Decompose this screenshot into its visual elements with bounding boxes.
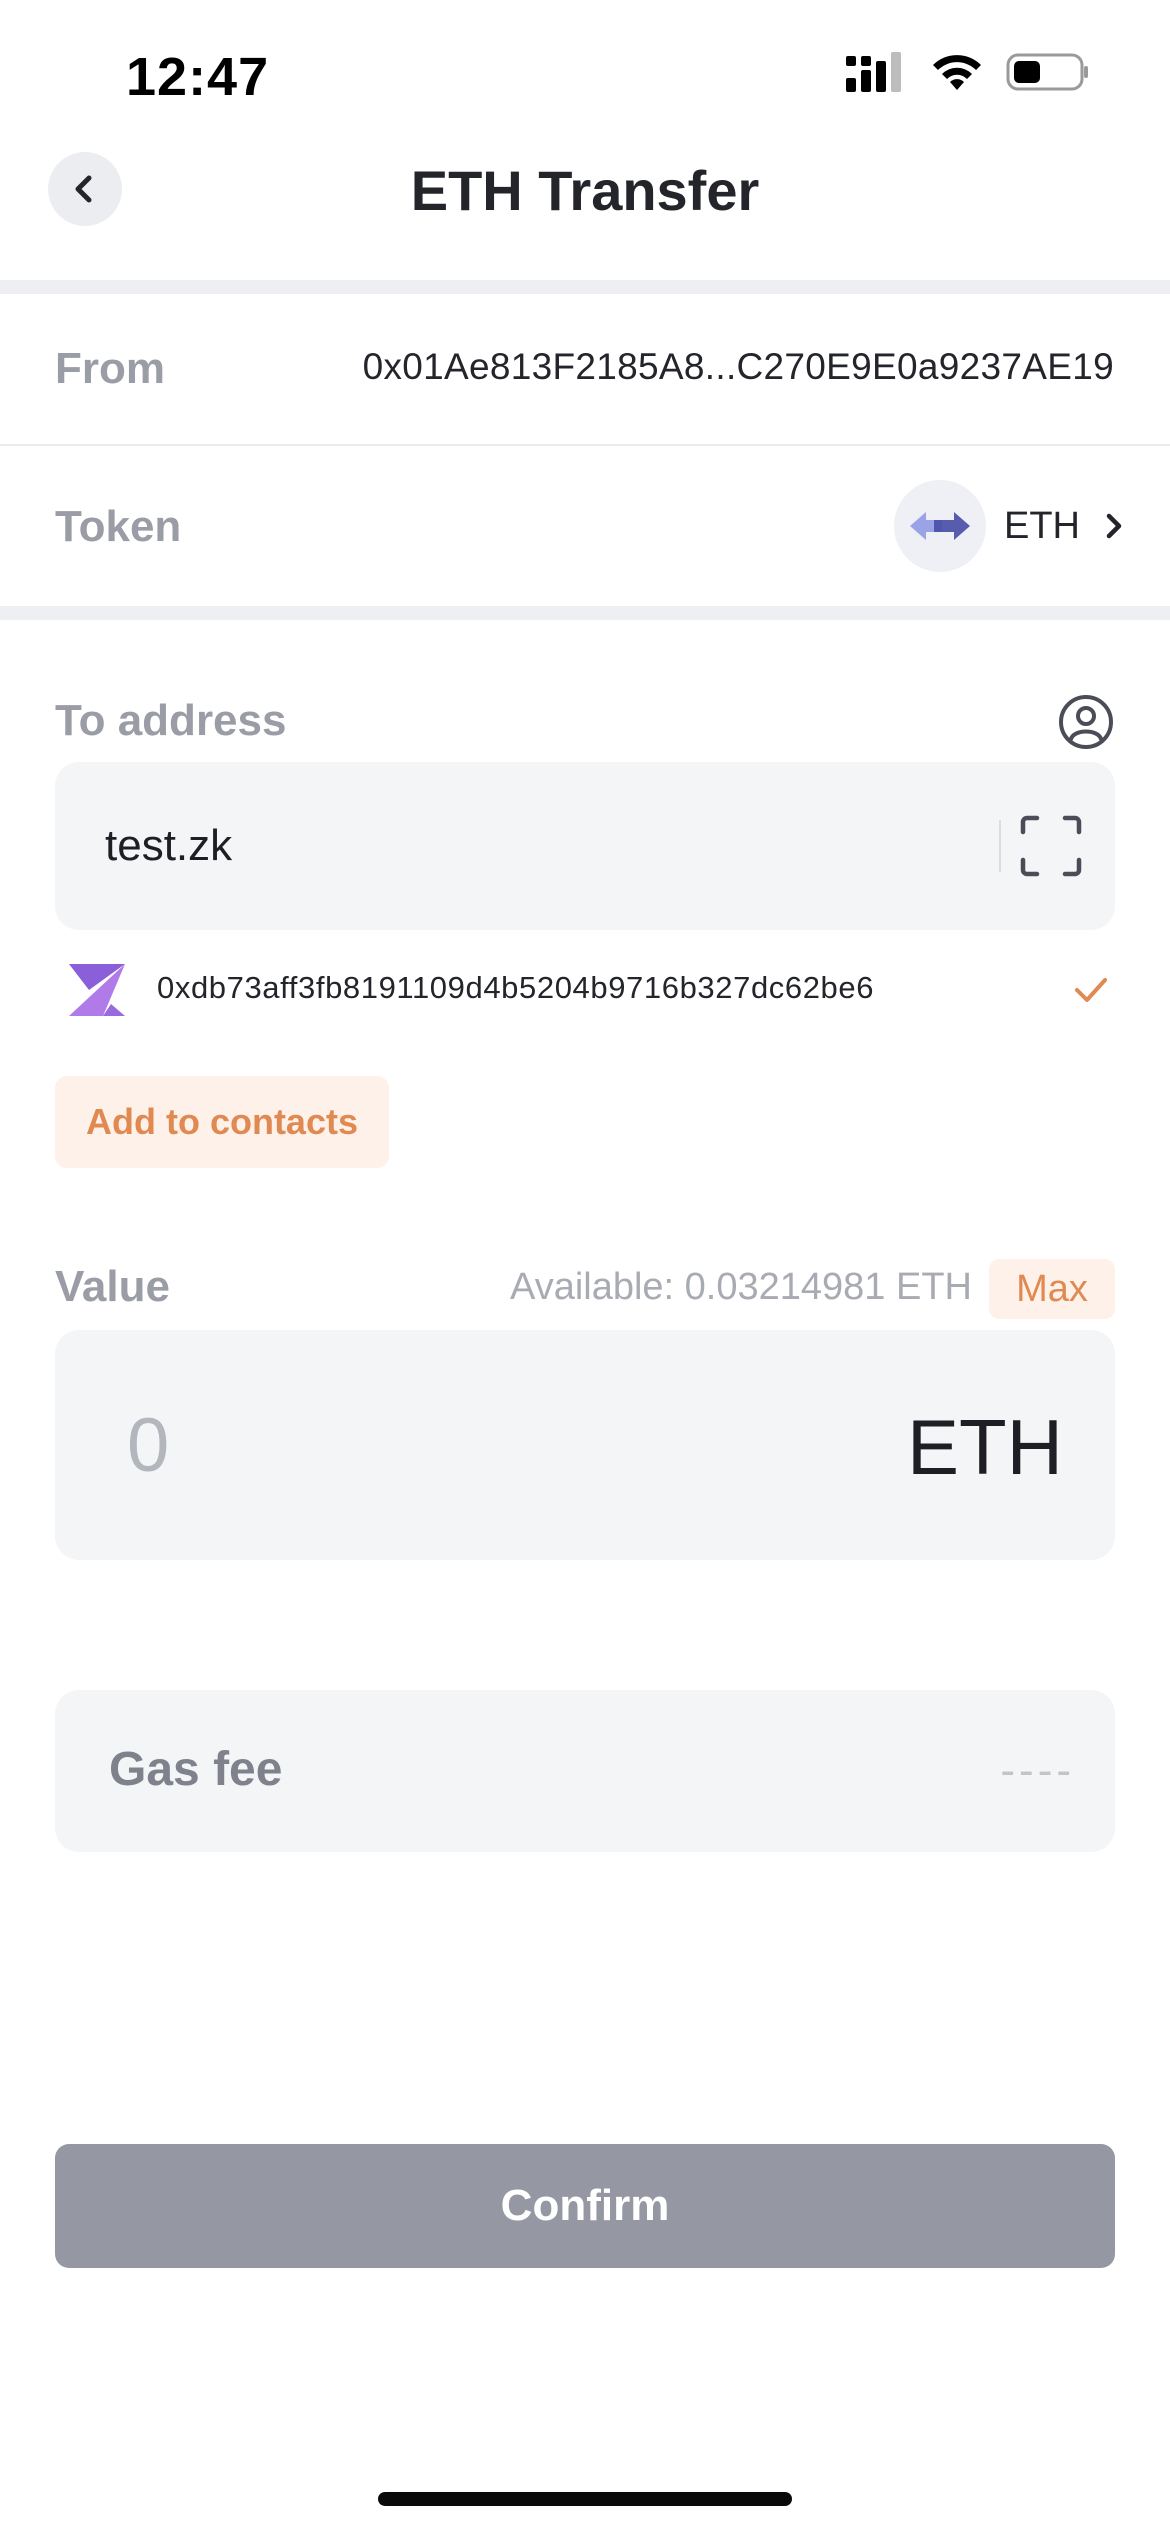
amount-input[interactable] xyxy=(127,1330,727,1560)
add-to-contacts-button[interactable]: Add to contacts xyxy=(55,1076,389,1168)
home-indicator xyxy=(378,2492,792,2506)
address-input[interactable] xyxy=(105,762,985,930)
gas-fee-value: ---- xyxy=(1000,1746,1075,1795)
wifi-icon xyxy=(933,55,981,90)
to-address-label: To address xyxy=(55,696,287,745)
scan-icon[interactable] xyxy=(1019,814,1083,878)
address-input-box xyxy=(55,762,1115,930)
gas-fee-label: Gas fee xyxy=(109,1743,283,1796)
nav-bar: ETH Transfer xyxy=(0,150,1170,280)
battery-icon xyxy=(1006,53,1088,91)
token-name: ETH xyxy=(1004,504,1080,547)
token-selector[interactable]: ETH xyxy=(894,480,1126,572)
page-title: ETH Transfer xyxy=(410,159,760,222)
scan-separator xyxy=(999,820,1001,872)
section-divider xyxy=(0,606,1170,620)
user-circle-icon[interactable] xyxy=(1058,694,1114,750)
value-input-box: ETH xyxy=(55,1330,1115,1560)
gas-fee-box: Gas fee ---- xyxy=(55,1690,1115,1852)
chevron-right-icon xyxy=(1106,513,1122,539)
from-address: 0x01Ae813F2185A8...C270E9E0a9237AE19 xyxy=(362,346,1114,387)
from-label: From xyxy=(55,344,165,393)
resolved-address-row: 0xdb73aff3fb8191109d4b5204b9716b327dc62b… xyxy=(55,956,1115,1026)
status-time: 12:47 xyxy=(126,47,270,107)
resolved-address: 0xdb73aff3fb8191109d4b5204b9716b327dc62b… xyxy=(157,970,875,1005)
value-label: Value xyxy=(55,1262,170,1311)
zk-logo-icon xyxy=(69,964,125,1016)
max-button[interactable]: Max xyxy=(989,1259,1115,1319)
status-icons xyxy=(846,52,1090,92)
value-unit: ETH xyxy=(907,1403,1063,1491)
section-divider xyxy=(0,280,1170,294)
row-divider xyxy=(0,444,1170,446)
available-balance: Available: 0.03214981 ETH xyxy=(510,1266,972,1308)
status-bar: 12:47 xyxy=(0,0,1170,150)
token-label: Token xyxy=(55,502,182,551)
token-bridge-icon xyxy=(894,480,986,572)
cellular-signal-icon xyxy=(846,52,901,92)
check-icon xyxy=(1075,978,1107,1002)
confirm-button[interactable]: Confirm xyxy=(55,2144,1115,2268)
